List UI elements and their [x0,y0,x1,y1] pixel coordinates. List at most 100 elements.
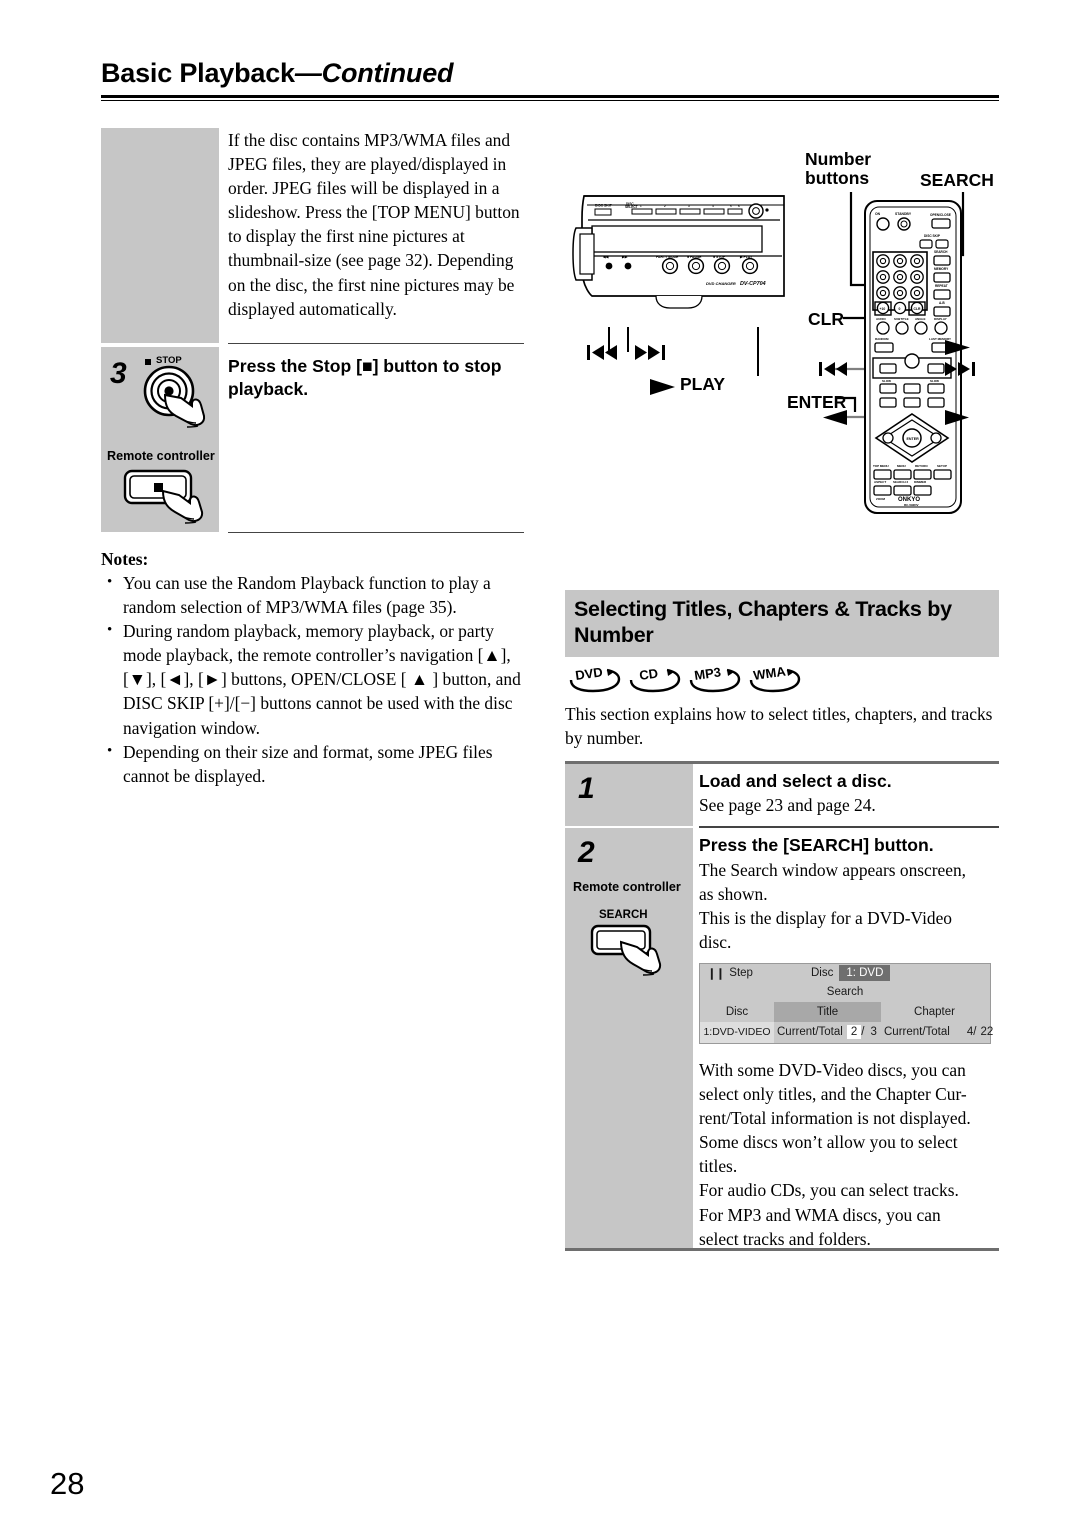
svg-text:SETUP: SETUP [937,464,947,468]
svg-text:■ PAUSE: ■ PAUSE [687,255,702,259]
bullet-icon: • [107,742,113,759]
osd-chapter-cell: Current/Total 4 / 22 [881,1022,993,1043]
hardware-diagram: Number buttons SEARCH CLR ENTER PLAY DIS… [565,140,1005,540]
header-rule [101,95,999,102]
badge-wma: WMA [747,666,805,693]
osd-disc-type: 1:DVD-VIDEO [700,1021,774,1043]
play-triangle-icon [650,379,675,395]
svg-text:MP3: MP3 [693,666,722,683]
closing-line: For MP3 and WMA discs, you can [699,1204,941,1225]
badge-dvd: DVD [567,666,625,693]
svg-text:DIMMER: DIMMER [914,480,927,484]
osd-search-title-row: Search [700,982,990,1002]
step-2-body-line: as shown. [699,883,768,904]
step-2-body-line: disc. [699,931,732,952]
step-3-instruction: Press the Stop [■] button to stop playba… [228,356,502,399]
media-badges: DVD CD MP3 WMA [565,666,999,696]
panel-stop-button-illustration [143,365,206,428]
note-text: Depending on their size and format, some… [123,741,493,786]
badge-cd: CD [627,666,685,693]
page-header: Basic Playback—Continued [101,58,999,89]
svg-text:MENU: MENU [897,464,906,468]
closing-line: select tracks and folders. [699,1228,871,1249]
osd-header-disc: Disc [725,1005,749,1018]
closing-paragraph: With some DVD-Video discs, you can selec… [699,1058,999,1251]
osd-title-cell: Current/Total 2 / 3 [774,1022,881,1043]
notes-heading: Notes: [101,549,149,569]
step-1-number: 1 [578,772,595,806]
page-title-continued: —Continued [294,58,454,88]
osd-chapter-total: 22 [980,1026,994,1039]
svg-text:ANGLE: ANGLE [915,317,926,321]
svg-text:TOP MENU: TOP MENU [873,464,889,468]
step-1-body: See page 23 and page 24. [699,795,876,816]
svg-text:SUBTITLE: SUBTITLE [894,317,909,321]
osd-header-chapter: Chapter [914,1005,955,1018]
svg-text:0: 0 [899,307,901,311]
note-item: • Depending on their size and format, so… [101,740,531,788]
svg-text:WMA: WMA [752,666,787,683]
svg-text:DVD CHANGER: DVD CHANGER [706,281,736,286]
left-column: If the disc contains MP3/WMA files and J… [101,128,524,534]
osd-title-current: 2 [846,1025,862,1040]
remote-controller-label-left: Remote controller [107,449,215,463]
osd-values-row: 1:DVD-VIDEO Current/Total 2 / 3 Current/… [700,1021,993,1043]
pause-icon: ❙❙ [707,968,725,981]
closing-line: For audio CDs, you can select tracks. [699,1180,959,1201]
svg-text:RC-592DV: RC-592DV [904,503,919,507]
page-title: Basic Playback—Continued [101,58,999,89]
svg-text:MEMORY: MEMORY [934,267,949,271]
osd-search-label: Search [826,986,864,999]
svg-text:SEARCH 2: SEARCH 2 [893,480,909,484]
svg-text:ON: ON [875,212,881,216]
osd-status-row: ❙❙ Step Disc 1: DVD [700,963,990,983]
page-title-main: Basic Playback [101,58,295,88]
section-heading: Selecting Titles, Chapters & Tracks by N… [565,590,999,657]
svg-text:CD: CD [638,666,659,683]
osd-disc-value: 1: DVD [839,965,891,982]
osd-chapter-sep: / [973,1026,977,1039]
svg-text:PARTY MODE: PARTY MODE [656,255,679,259]
svg-text:A-B: A-B [939,301,945,305]
dvd-player-front-panel: DISC SKIP DISC SELECT 1 2 3 4 5 6 ◀◀ ▶▶ … [572,195,785,309]
notes-section: Notes: • You can use the Random Playback… [101,549,531,788]
closing-line: titles. [699,1156,738,1177]
svg-text:AUDIO: AUDIO [876,317,886,321]
search-key-illustration [590,924,662,976]
svg-text:DISPLAY: DISPLAY [934,317,947,321]
svg-text:▶ PLAY: ▶ PLAY [739,255,753,259]
step-2-text: Press the [SEARCH] button. The Search wi… [699,828,999,1251]
svg-text:RETURN: RETURN [915,464,928,468]
osd-column-headers: Disc Title Chapter [700,1001,990,1022]
note-item: • During random playback, memory playbac… [101,619,531,739]
note-text: During random playback, memory playback,… [123,621,521,738]
intro-gray-band [101,128,219,343]
step-1-block: 1 Load and select a disc. See page 23 an… [565,764,999,827]
svg-text:CLR: CLR [914,307,922,311]
step-2-instruction: Press the [SEARCH] button. [699,834,934,855]
osd-disc-label: Disc [810,967,834,980]
svg-text:+10: +10 [880,307,886,311]
numbered-steps: 1 Load and select a disc. See page 23 an… [565,761,999,1251]
osd-step-label: Step [729,967,753,980]
note-text: You can use the Random Playback function… [123,573,491,618]
osd-title-ct-label: Current/Total [777,1026,843,1039]
step-2-body-line: This is the display for a DVD-Video [699,907,953,928]
svg-text:DV-CP704: DV-CP704 [740,281,766,287]
svg-text:ASPECT: ASPECT [874,480,886,484]
step-2-body-line: The Search window appears onscreen, [699,859,967,880]
osd-search-window: ❙❙ Step Disc 1: DVD Search Disc Title Ch… [699,962,993,1044]
manual-page: Basic Playback—Continued If the disc con… [0,0,1080,1526]
svg-text:REPEAT: REPEAT [935,284,948,288]
step-3-number: 3 [110,357,127,390]
closing-line: With some DVD-Video discs, you can [699,1059,966,1080]
bullet-icon: • [107,622,113,639]
section-heading-line2: Number [574,622,654,647]
right-column: Selecting Titles, Chapters & Tracks by N… [565,590,999,750]
section-intro-paragraph: This section explains how to select titl… [565,704,993,749]
left-divider-1 [228,343,524,345]
step-1-text: Load and select a disc. See page 23 and … [699,764,999,817]
svg-text:■ STOP: ■ STOP [713,255,726,259]
step-2-block: 2 Remote controller SEARCH Press the [SE… [565,827,999,1251]
svg-text:STANDBY: STANDBY [895,212,912,216]
